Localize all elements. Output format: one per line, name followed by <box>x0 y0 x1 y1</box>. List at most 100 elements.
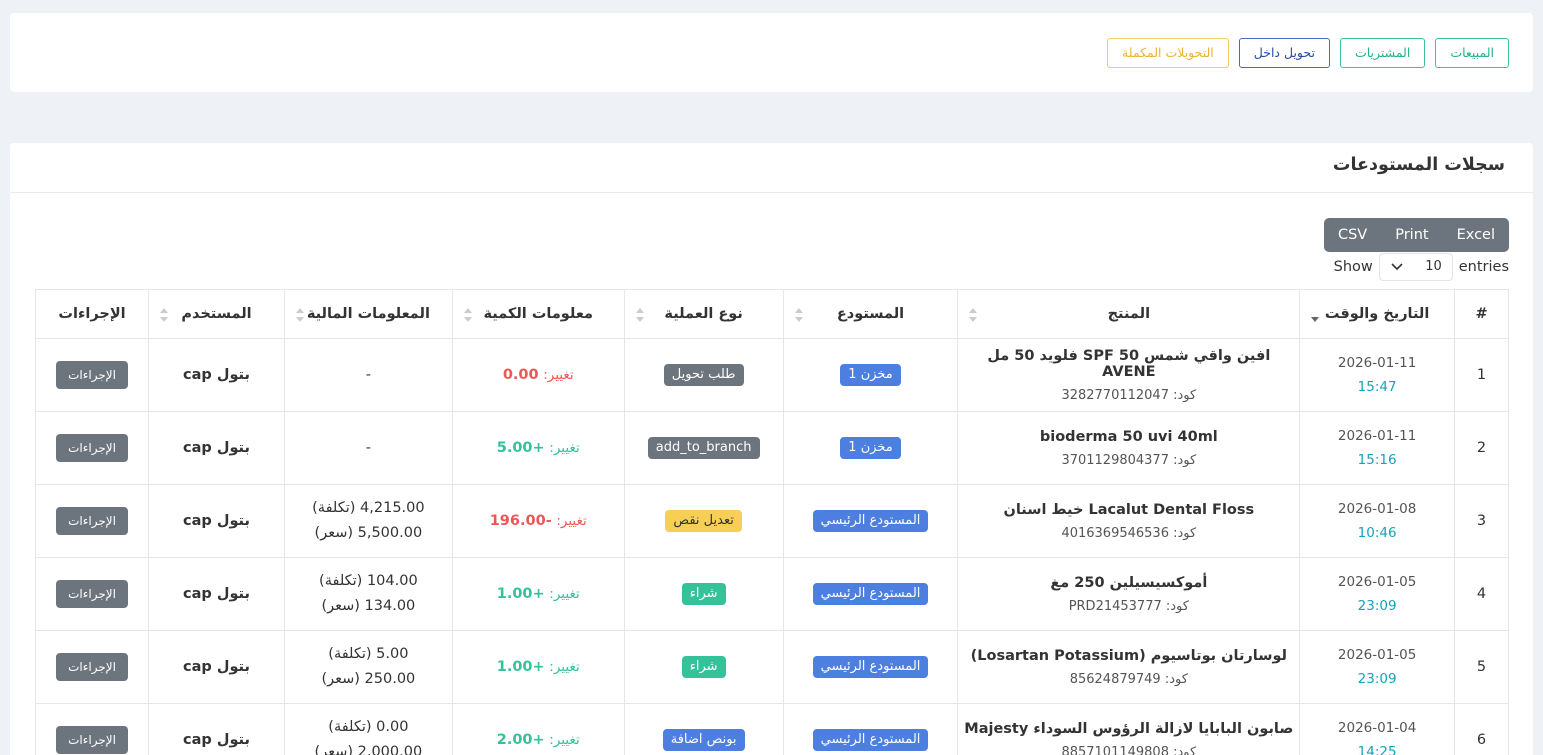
sort-icon <box>295 308 304 322</box>
print-button[interactable]: Print <box>1381 218 1442 252</box>
change-value: +2.00 <box>496 732 545 748</box>
row-date: 2026-01-11 <box>1337 355 1417 371</box>
tab-purchases[interactable]: المشتريات <box>1339 38 1426 68</box>
user-name: بتول cap <box>183 440 250 456</box>
user-name: بتول cap <box>183 367 250 383</box>
col-quantity-info[interactable]: معلومات الكمية <box>451 289 625 339</box>
row-time: 10:46 <box>1357 525 1397 541</box>
user-name: بتول cap <box>183 513 250 529</box>
actions-button[interactable]: الإجراءات <box>56 580 128 608</box>
warehouse-badge: المستودع الرئيسي <box>812 583 929 605</box>
row-user: بتول cap <box>148 338 285 412</box>
col-actions: الإجراءات <box>34 289 150 339</box>
row-operation-type: طلب تحويل <box>623 338 784 412</box>
change-label: تغيير: <box>549 659 580 675</box>
col-user[interactable]: المستخدم <box>148 289 285 339</box>
row-product: Lacalut Dental Floss خيط اسنان كود: 4016… <box>957 484 1301 558</box>
row-warehouse: المستودع الرئيسي <box>782 630 959 704</box>
product-code: كود: 8857101149808 <box>1061 744 1197 755</box>
row-datetime: 2026-01-05 23:09 <box>1299 630 1456 704</box>
row-operation-type: add_to_branch <box>623 411 784 485</box>
actions-button[interactable]: الإجراءات <box>56 726 128 754</box>
row-financial-info: - <box>283 338 453 412</box>
operation-badge: بونص اضافة <box>662 729 745 751</box>
row-operation-type: بونص اضافة <box>623 703 784 755</box>
entries-select[interactable]: 10 <box>1378 253 1453 281</box>
tab-sales[interactable]: المبيعات <box>1435 38 1509 68</box>
row-datetime: 2026-01-04 14:25 <box>1299 703 1456 755</box>
row-financial-info: 5.00 (تكلفة) 250.00 (سعر) <box>283 630 453 704</box>
row-date: 2026-01-08 <box>1337 501 1417 517</box>
warehouse-logs-card: سجلات المستودعات Excel Print CSV entries… <box>10 143 1533 755</box>
sort-icon <box>463 308 472 322</box>
user-name: بتول cap <box>183 732 250 748</box>
row-time: 23:09 <box>1357 671 1397 687</box>
row-quantity-info: تغيير: 0.00 <box>451 338 625 412</box>
change-label: تغيير: <box>543 367 574 383</box>
sort-icon <box>794 308 803 322</box>
csv-button[interactable]: CSV <box>1324 218 1381 252</box>
operation-badge: add_to_branch <box>647 437 760 459</box>
col-number[interactable]: # <box>1454 289 1509 339</box>
row-quantity-info: تغيير: +1.00 <box>451 630 625 704</box>
col-financial-info[interactable]: المعلومات المالية <box>283 289 453 339</box>
row-user: بتول cap <box>148 411 285 485</box>
col-datetime[interactable]: التاريخ والوقت <box>1299 289 1456 339</box>
change-label: تغيير: <box>549 440 580 456</box>
row-quantity-info: تغيير: -196.00 <box>451 484 625 558</box>
change-value: +1.00 <box>496 659 545 675</box>
top-tabs: المبيعات المشتريات تحويل داخل التحويلات … <box>1107 38 1509 68</box>
row-financial-info: 0.00 (تكلفة) 2,000.00 (سعر) <box>283 703 453 755</box>
row-warehouse: مخزن 1 <box>782 338 959 412</box>
financial-price: 134.00 (سعر) <box>321 598 416 614</box>
change-label: تغيير: <box>549 586 580 602</box>
row-warehouse: مخزن 1 <box>782 411 959 485</box>
actions-button[interactable]: الإجراءات <box>56 361 128 389</box>
financial-price: 2,000.00 (سعر) <box>314 744 423 755</box>
row-product: bioderma 50 uvi 40ml كود: 3701129804377 <box>957 411 1301 485</box>
product-code: كود: PRD21453777 <box>1068 598 1189 614</box>
warehouse-badge: المستودع الرئيسي <box>812 656 929 678</box>
row-financial-info: - <box>283 411 453 485</box>
col-operation-type[interactable]: نوع العملية <box>623 289 784 339</box>
col-warehouse[interactable]: المستودع <box>782 289 959 339</box>
row-user: بتول cap <box>148 557 285 631</box>
operation-badge: تعديل نقص <box>665 510 742 532</box>
actions-button[interactable]: الإجراءات <box>56 507 128 535</box>
change-value: +1.00 <box>496 586 545 602</box>
row-financial-info: 4,215.00 (تكلفة) 5,500.00 (سعر) <box>283 484 453 558</box>
row-date: 2026-01-05 <box>1337 574 1417 590</box>
row-number: 3 <box>1454 484 1509 558</box>
col-product[interactable]: المنتج <box>957 289 1301 339</box>
financial-cost: - <box>365 439 371 456</box>
row-actions: الإجراءات <box>34 484 150 558</box>
tab-completed-transfers[interactable]: التحويلات المكملة <box>1107 38 1229 68</box>
show-entries: entries 10 Show <box>1334 253 1509 281</box>
row-user: بتول cap <box>148 630 285 704</box>
excel-button[interactable]: Excel <box>1443 218 1509 252</box>
warehouse-badge: مخزن 1 <box>840 437 901 459</box>
actions-button[interactable]: الإجراءات <box>56 434 128 462</box>
financial-cost: - <box>365 366 371 383</box>
product-code: كود: 3701129804377 <box>1061 452 1197 468</box>
row-date: 2026-01-05 <box>1337 647 1417 663</box>
warehouse-badge: المستودع الرئيسي <box>812 510 929 532</box>
row-actions: الإجراءات <box>34 630 150 704</box>
product-name: أموكسيسيلين 250 مغ <box>1050 574 1208 591</box>
warehouse-badge: مخزن 1 <box>840 364 901 386</box>
entries-label: entries <box>1458 259 1509 275</box>
row-user: بتول cap <box>148 703 285 755</box>
actions-button[interactable]: الإجراءات <box>56 653 128 681</box>
row-datetime: 2026-01-11 15:47 <box>1299 338 1456 412</box>
tab-internal-transfer[interactable]: تحويل داخل <box>1238 38 1330 68</box>
sort-icon <box>635 308 644 322</box>
product-name: صابون البابايا لازالة الرؤوس السوداء Maj… <box>964 720 1294 737</box>
row-date: 2026-01-04 <box>1337 720 1417 736</box>
row-number: 1 <box>1454 338 1509 412</box>
product-name: Lacalut Dental Floss خيط اسنان <box>1003 501 1255 518</box>
user-name: بتول cap <box>183 586 250 602</box>
change-value: +5.00 <box>496 440 545 456</box>
table-row: 1 2026-01-11 15:47 افين واقي شمس SPF 50 … <box>34 338 1509 412</box>
table-row: 2 2026-01-11 15:16 bioderma 50 uvi 40ml … <box>34 411 1509 485</box>
financial-price: 250.00 (سعر) <box>321 671 416 687</box>
